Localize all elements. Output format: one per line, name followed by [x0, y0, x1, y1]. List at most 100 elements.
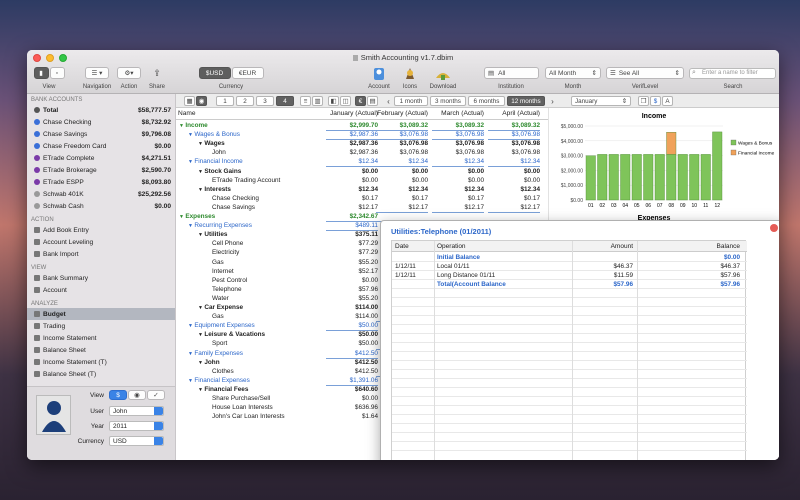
institution-value: All: [498, 69, 506, 77]
sidebar-item-account[interactable]: Schwab 401K $25,292.56: [27, 188, 175, 200]
action-gear-button[interactable]: ⚙ ▾: [117, 67, 141, 79]
currency-eur-button[interactable]: € EUR: [231, 67, 264, 79]
column-header[interactable]: Name: [178, 110, 196, 117]
popup-row[interactable]: 1/12/11 Local 01/11 $46.37 $46.37: [392, 262, 747, 271]
sidebar-item-actions[interactable]: Bank Import: [27, 248, 175, 260]
bank-icon: ▤: [488, 70, 495, 77]
split-button[interactable]: ◫: [340, 96, 351, 106]
sidebar-item-views[interactable]: Bank Summary: [27, 272, 175, 284]
popup-cell: $0.00: [724, 254, 740, 261]
document-button[interactable]: ▤: [367, 96, 378, 106]
share-button[interactable]: ⇪: [151, 67, 163, 79]
table-row[interactable]: John $2,987.36 $3,076.98 $3,076.98 $3,076.98: [176, 148, 548, 157]
currency-label: Currency: [218, 84, 244, 90]
sidebar-item-account[interactable]: ETrade ESPP $8,093.80: [27, 176, 175, 188]
sidebar-item-account[interactable]: Total $58,777.57: [27, 104, 175, 116]
sidebar-item-actions[interactable]: Add Book Entry: [27, 224, 175, 236]
currency-select[interactable]: USD: [109, 436, 164, 446]
account-tool[interactable]: [370, 64, 388, 82]
avatar[interactable]: [36, 395, 71, 435]
popup-row[interactable]: Initial Balance $0.00: [392, 253, 747, 262]
verif-select[interactable]: ☰ See All ⇕: [606, 67, 684, 79]
sidebar-item-account[interactable]: ETrade Brokerage $2,590.70: [27, 164, 175, 176]
sidebar-item-account[interactable]: Chase Freedom Card $0.00: [27, 140, 175, 152]
popup-column-header[interactable]: Amount: [578, 243, 633, 250]
popup-column-header[interactable]: Date: [395, 243, 409, 250]
page-button[interactable]: 1: [216, 96, 234, 106]
user-select[interactable]: John: [109, 406, 164, 416]
y-tick-label: $3,000.00: [561, 154, 583, 160]
y-tick-label: $5,000.00: [561, 124, 583, 130]
sidebar-item-analyze[interactable]: Trading: [27, 320, 175, 332]
sidebar-item-analyze[interactable]: Balance Sheet: [27, 344, 175, 356]
search-input[interactable]: Enter a name to filter: [689, 68, 776, 79]
table-row[interactable]: ▼ Wages $2,987.36 $3,076.98 $3,076.98 $3,076…: [176, 139, 548, 148]
table-row[interactable]: ▼ Financial Income $12.34 $12.34 $12.34 $12.…: [176, 157, 548, 168]
range-button[interactable]: 6 months: [468, 96, 505, 106]
popup-cell: Local 01/11: [437, 263, 470, 270]
table-row[interactable]: Chase Savings $12.17 $12.17 $12.17 $12.17: [176, 203, 548, 212]
popup-close-button[interactable]: [770, 224, 778, 232]
actions-list: Add Book Entry Account Leveling Bank Impor…: [27, 224, 175, 260]
year-select[interactable]: 2011: [109, 421, 164, 431]
row-value: $0.00: [412, 176, 428, 184]
table-row[interactable]: ETrade Trading Account $0.00 $0.00 $0.00 $0.…: [176, 176, 548, 185]
sidebar-item-analyze[interactable]: Balance Sheet (T): [27, 368, 175, 380]
popup-column-header[interactable]: Operation: [437, 243, 466, 250]
sidebar-item-account[interactable]: Chase Checking $8,732.92: [27, 116, 175, 128]
dollar-view-button[interactable]: $: [109, 390, 127, 400]
page-button[interactable]: 4: [276, 96, 294, 106]
row-label: Chase Savings: [212, 203, 255, 211]
range-button[interactable]: 12 months: [507, 96, 545, 106]
popup-column-header[interactable]: Balance: [682, 243, 741, 250]
copy-button[interactable]: ❐: [638, 96, 649, 106]
sidebar-item-analyze[interactable]: Budget: [27, 308, 175, 320]
icons-tool[interactable]: [401, 64, 419, 82]
prev-period-button[interactable]: ‹: [383, 96, 394, 106]
page-button[interactable]: 2: [236, 96, 254, 106]
currency-usd-button[interactable]: $ USD: [198, 67, 231, 79]
column-header[interactable]: March (Actual): [426, 110, 484, 117]
page-button[interactable]: 3: [256, 96, 274, 106]
check-view-button[interactable]: ✓: [147, 390, 165, 400]
next-period-button[interactable]: ›: [547, 96, 558, 106]
table-row[interactable]: Chase Checking $0.17 $0.17 $0.17 $0.17: [176, 194, 548, 203]
text-button[interactable]: A: [662, 96, 673, 106]
table-row[interactable]: ▼ Interests $12.34 $12.34 $12.34 $12.34: [176, 185, 548, 194]
sidebar-item-account[interactable]: Schwab Cash $0.00: [27, 200, 175, 212]
row-name: ETrade Trading Account: [212, 176, 280, 185]
sidebar-item-actions[interactable]: Account Leveling: [27, 236, 175, 248]
row-value: $636.96: [354, 404, 378, 412]
table-row[interactable]: ▼ Wages & Bonus $2,987.36 $3,076.98 $3,076.…: [176, 130, 548, 141]
dollar-button[interactable]: $: [650, 96, 661, 106]
columns-view-button[interactable]: ▥: [312, 96, 323, 106]
column-header[interactable]: April (Actual): [482, 110, 540, 117]
sidebar-item-account[interactable]: Chase Savings $9,796.08: [27, 128, 175, 140]
institution-select[interactable]: ▤ All: [484, 67, 539, 79]
popup-row[interactable]: 1/12/11 Long Distance 01/11 $11.59 $57.96: [392, 271, 747, 280]
calendar-button[interactable]: ▦: [184, 96, 195, 106]
navigation-menu-button[interactable]: ☰ ▾: [85, 67, 109, 79]
month-select[interactable]: All Month ⇕: [545, 67, 601, 79]
sidebar-item-views[interactable]: Account: [27, 284, 175, 296]
range-button[interactable]: 1 month: [394, 96, 428, 106]
table-row[interactable]: ▼ Income $2,999.70 $3,089.32 $3,089.32 $3,08…: [176, 121, 548, 131]
range-button[interactable]: 3 months: [430, 96, 466, 106]
column-header[interactable]: February (Actual): [370, 110, 428, 117]
view-sidebar-button[interactable]: ▮: [33, 67, 49, 79]
globe-view-button[interactable]: ◉: [128, 390, 146, 400]
tag-button[interactable]: ◧: [328, 96, 339, 106]
sidebar-item-analyze[interactable]: Income Statement (T): [27, 356, 175, 368]
download-tool[interactable]: [434, 64, 452, 82]
sidebar-item-analyze[interactable]: Income Statement: [27, 332, 175, 344]
euro-button[interactable]: €: [355, 96, 366, 106]
row-label: Gas: [212, 258, 224, 266]
sidebar-item-account[interactable]: ETrade Complete $4,271.51: [27, 152, 175, 164]
list-view-button[interactable]: ≡: [300, 96, 311, 106]
view-main-button[interactable]: ▫: [49, 67, 65, 79]
table-row[interactable]: ▼ Stock Gains $0.00 $0.00 $0.00 $0.00: [176, 167, 548, 176]
month-dropdown[interactable]: January ⇕: [571, 96, 631, 106]
popup-row[interactable]: Total(Account Balance $57.96 $57.96: [392, 280, 747, 289]
sidebar-item-label: ETrade ESPP: [43, 178, 84, 186]
eye-button[interactable]: ◉: [196, 96, 207, 106]
